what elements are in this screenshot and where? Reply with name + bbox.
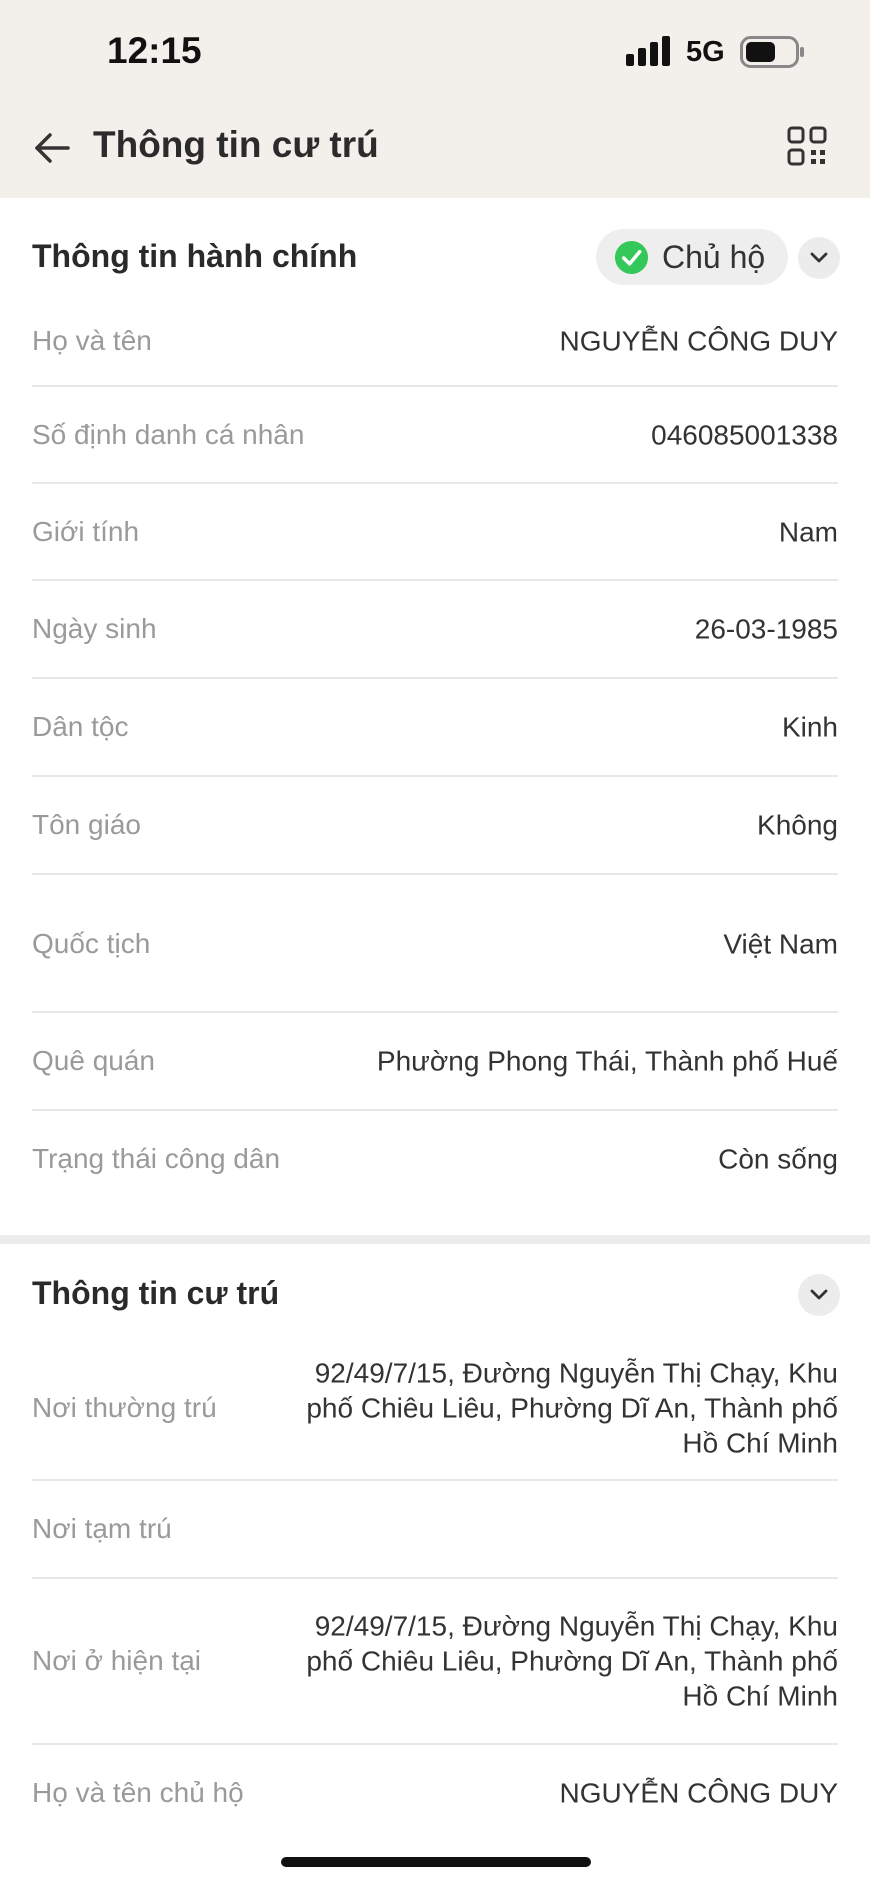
residence-section-toggle[interactable] <box>798 1274 840 1316</box>
battery-icon <box>740 36 804 68</box>
row-value: 046085001338 <box>651 419 838 450</box>
row-label: Nơi thường trú <box>32 1392 217 1423</box>
row-value: 92/49/7/15, Đường Nguyễn Thị Chạy, Khu p… <box>306 1357 838 1459</box>
row-value: 26-03-1985 <box>694 613 838 645</box>
row-label: Quốc tịch <box>32 927 151 959</box>
row-label: Ngày sinh <box>32 613 157 644</box>
residence-row-temporary: Nơi tạm trú <box>32 1481 838 1577</box>
page-title: Thông tin cư trú <box>93 124 379 165</box>
info-row-nationality: Quốc tịch Việt Nam <box>32 875 838 1012</box>
qr-code-icon[interactable] <box>787 126 827 166</box>
row-value: Kinh <box>781 711 838 743</box>
row-value: NGUYỄN CÔNG DUY <box>559 1777 838 1809</box>
row-label: Giới tính <box>32 515 140 547</box>
info-row-personal-id: Số định danh cá nhân 046085001338 <box>32 387 838 482</box>
top-bar: 12:15 5G Thông tin cư trú <box>0 0 870 198</box>
info-row-gender: Giới tính Nam <box>32 484 838 579</box>
home-indicator[interactable] <box>281 1857 591 1867</box>
row-label: Số định danh cá nhân <box>32 418 305 450</box>
row-label: Họ và tên <box>32 325 152 356</box>
residence-row-household-head: Họ và tên chủ hộ NGUYỄN CÔNG DUY <box>32 1745 838 1841</box>
row-label: Trạng thái công dân <box>32 1143 281 1174</box>
row-label: Nơi ở hiện tại <box>32 1645 202 1676</box>
info-row-hometown: Quê quán Phường Phong Thái, Thành phố Hu… <box>32 1013 838 1109</box>
row-value: Việt Nam <box>723 928 838 959</box>
network-label: 5G <box>686 36 725 68</box>
head-of-household-badge: Chủ hộ <box>596 229 788 285</box>
chevron-down-icon <box>810 1289 828 1300</box>
check-circle-icon <box>614 240 649 275</box>
row-value: NGUYỄN CÔNG DUY <box>559 325 838 357</box>
badge-label: Chủ hộ <box>662 239 766 275</box>
status-time: 12:15 <box>107 30 202 71</box>
info-row-birth-date: Ngày sinh 26-03-1985 <box>32 581 838 677</box>
row-label: Tôn giáo <box>32 809 141 840</box>
info-row-religion: Tôn giáo Không <box>32 777 838 873</box>
row-value: Không <box>757 809 838 841</box>
row-value: 92/49/7/15, Đường Nguyễn Thị Chạy, Khu p… <box>306 1610 838 1712</box>
signal-icon <box>626 36 670 66</box>
residence-row-current: Nơi ở hiện tại 92/49/7/15, Đường Nguyễn … <box>32 1579 838 1743</box>
row-value: Còn sống <box>718 1143 838 1175</box>
info-row-ethnicity: Dân tộc Kinh <box>32 679 838 775</box>
section-separator <box>0 1235 870 1244</box>
residence-section-title: Thông tin cư trú <box>32 1275 280 1311</box>
info-row-full-name: Họ và tên NGUYỄN CÔNG DUY <box>32 296 838 386</box>
row-value: Nam <box>778 516 838 547</box>
residence-row-permanent: Nơi thường trú 92/49/7/15, Đường Nguyễn … <box>32 1336 838 1480</box>
row-value: Phường Phong Thái, Thành phố Huế <box>376 1045 838 1077</box>
admin-section-toggle[interactable] <box>798 237 840 279</box>
row-label: Quê quán <box>32 1045 155 1076</box>
row-label: Nơi tạm trú <box>32 1513 172 1544</box>
row-label: Họ và tên chủ hộ <box>32 1777 244 1808</box>
info-row-citizen-status: Trạng thái công dân Còn sống <box>32 1111 838 1207</box>
chevron-down-icon <box>810 252 828 263</box>
row-label: Dân tộc <box>32 711 129 742</box>
back-arrow-icon[interactable] <box>32 128 72 168</box>
admin-section-title: Thông tin hành chính <box>32 238 358 274</box>
